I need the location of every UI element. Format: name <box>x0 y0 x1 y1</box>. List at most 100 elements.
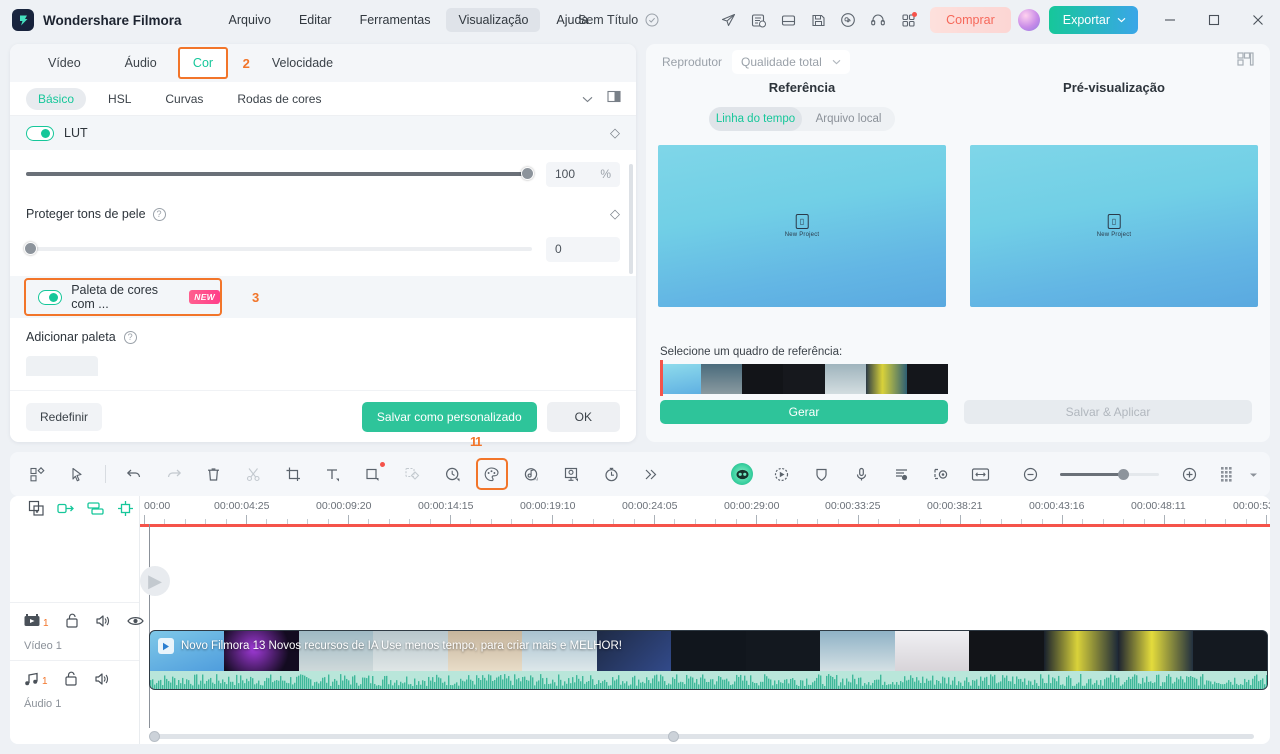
redo-icon[interactable] <box>158 458 190 490</box>
lut-toggle[interactable] <box>26 125 54 141</box>
ok-button[interactable]: OK <box>546 401 620 432</box>
chevron-down-icon[interactable] <box>582 90 593 108</box>
menu-item-ferramentas[interactable]: Ferramentas <box>348 8 443 32</box>
intensity-slider[interactable] <box>26 167 534 180</box>
help-icon[interactable]: ? <box>152 207 166 221</box>
avatar[interactable] <box>1017 9 1040 31</box>
scissors-icon[interactable] <box>238 458 270 490</box>
fit-icon[interactable] <box>965 458 997 490</box>
screen-record-icon[interactable] <box>925 458 957 490</box>
audio-ai-icon[interactable]: AI <box>516 458 548 490</box>
skin-protect-slider[interactable] <box>24 242 532 255</box>
segment-linha-do-tempo[interactable]: Linha do tempo <box>709 107 802 131</box>
keyframe-diamond-icon[interactable]: ◇ <box>610 125 620 141</box>
intensity-value-box[interactable]: 100 % <box>546 161 620 187</box>
tab-audio[interactable]: Áudio <box>103 44 179 82</box>
delete-icon[interactable] <box>198 458 230 490</box>
save-icon[interactable] <box>803 5 833 35</box>
apps-grid-icon[interactable] <box>22 458 54 490</box>
ai-palette-toggle[interactable] <box>38 289 63 305</box>
menu-item-editar[interactable]: Editar <box>287 8 344 32</box>
help-icon[interactable]: ? <box>123 330 137 344</box>
eye-icon[interactable] <box>126 614 144 632</box>
skin-value-box[interactable]: 0 <box>546 236 620 262</box>
ai-portrait-icon[interactable] <box>726 458 758 490</box>
ghost-thumb: ▶ <box>140 566 170 596</box>
cloud-icon[interactable] <box>833 5 863 35</box>
chevron-down-icon[interactable] <box>1249 465 1258 483</box>
menu-item-visualizacao[interactable]: Visualização <box>446 8 541 32</box>
snap-icon[interactable] <box>117 500 134 522</box>
generate-button[interactable]: Gerar <box>660 400 948 424</box>
motion-tracking-icon[interactable] <box>766 458 798 490</box>
render-bar-icon[interactable] <box>1213 458 1245 490</box>
ai-palette-toggle-group[interactable]: Paleta de cores com ... NEW <box>24 278 222 316</box>
buy-button[interactable]: Comprar <box>930 7 1011 33</box>
timeline-body[interactable]: ▶ Novo Filmora 13 Novos recursos de IA U… <box>140 524 1270 728</box>
maximize-button[interactable] <box>1192 0 1236 40</box>
more-icon[interactable] <box>635 458 667 490</box>
subtab-curvas[interactable]: Curvas <box>153 88 215 110</box>
reset-button[interactable]: Redefinir <box>26 402 103 431</box>
speed-icon[interactable] <box>595 458 627 490</box>
keyframe-icon[interactable] <box>436 458 468 490</box>
save-custom-button[interactable]: Salvar como personalizado <box>361 401 537 432</box>
zoom-in-icon[interactable] <box>1173 458 1205 490</box>
headset-icon[interactable] <box>863 5 893 35</box>
frame-playhead[interactable] <box>660 360 663 396</box>
close-button[interactable] <box>1236 0 1280 40</box>
export-button[interactable]: Exportar <box>1048 6 1138 34</box>
tasks-icon[interactable] <box>743 5 773 35</box>
tab-velocidade[interactable]: Velocidade <box>250 44 355 82</box>
track-header-audio[interactable]: 1 Áudio 1 <box>10 660 139 718</box>
subtitle-icon[interactable] <box>885 458 917 490</box>
layout-grid-icon[interactable] <box>1237 52 1254 72</box>
menu-item-arquivo[interactable]: Arquivo <box>217 8 283 32</box>
playhead[interactable] <box>149 524 150 728</box>
segment-arquivo-local[interactable]: Arquivo local <box>802 107 895 131</box>
send-icon[interactable] <box>713 5 743 35</box>
unlock-icon[interactable] <box>64 671 78 691</box>
minimize-button[interactable] <box>1148 0 1192 40</box>
preview-video[interactable]: ▯ New Project <box>970 145 1258 307</box>
group-icon[interactable] <box>87 501 105 521</box>
zoom-out-icon[interactable] <box>1014 458 1046 490</box>
scroll-handle-left[interactable] <box>149 731 160 742</box>
subtab-hsl[interactable]: HSL <box>96 88 143 110</box>
sticker-icon[interactable] <box>556 458 588 490</box>
mask-icon[interactable] <box>397 458 429 490</box>
panel-scrollbar[interactable] <box>629 164 633 274</box>
video-clip[interactable]: Novo Filmora 13 Novos recursos de IA Use… <box>149 630 1268 690</box>
color-palette-icon[interactable] <box>476 458 508 490</box>
timeline-hscrollbar[interactable] <box>143 731 1264 742</box>
reference-video[interactable]: ▯ New Project <box>658 145 946 307</box>
scroll-handle-right[interactable] <box>668 731 679 742</box>
speaker-icon[interactable] <box>95 614 111 633</box>
undo-icon[interactable] <box>118 458 150 490</box>
text-icon[interactable] <box>317 458 349 490</box>
link-icon[interactable] <box>57 501 75 521</box>
shield-icon[interactable] <box>806 458 838 490</box>
frame-thumbnail-strip[interactable] <box>660 364 948 394</box>
shape-icon[interactable] <box>357 458 389 490</box>
subtab-basico[interactable]: Básico <box>26 87 87 110</box>
quality-select[interactable]: Qualidade total <box>732 50 850 74</box>
speaker-icon[interactable] <box>94 672 110 691</box>
apps-icon[interactable] <box>893 5 923 35</box>
crop-icon[interactable] <box>277 458 309 490</box>
tab-video[interactable]: Vídeo <box>26 44 103 82</box>
unlock-icon[interactable] <box>65 613 79 633</box>
mic-icon[interactable] <box>845 458 877 490</box>
subtab-rodas-de-cores[interactable]: Rodas de cores <box>225 88 333 110</box>
timeline-ruler[interactable]: 00:00 00:00:04:25 00:00:09:20 00:00:14:1… <box>140 496 1270 524</box>
save-apply-button[interactable]: Salvar & Aplicar <box>964 400 1252 424</box>
track-header-video[interactable]: 1 Vídeo 1 <box>10 602 144 660</box>
compare-view-icon[interactable] <box>607 90 622 108</box>
add-track-icon[interactable] <box>28 500 45 522</box>
palette-swatch[interactable] <box>26 356 98 376</box>
cursor-icon[interactable] <box>62 458 94 490</box>
tab-cor[interactable]: Cor <box>178 47 228 79</box>
timeline-zoom-slider[interactable] <box>1060 468 1160 480</box>
keyframe-diamond-icon[interactable]: ◇ <box>610 206 620 222</box>
layout-icon[interactable] <box>773 5 803 35</box>
